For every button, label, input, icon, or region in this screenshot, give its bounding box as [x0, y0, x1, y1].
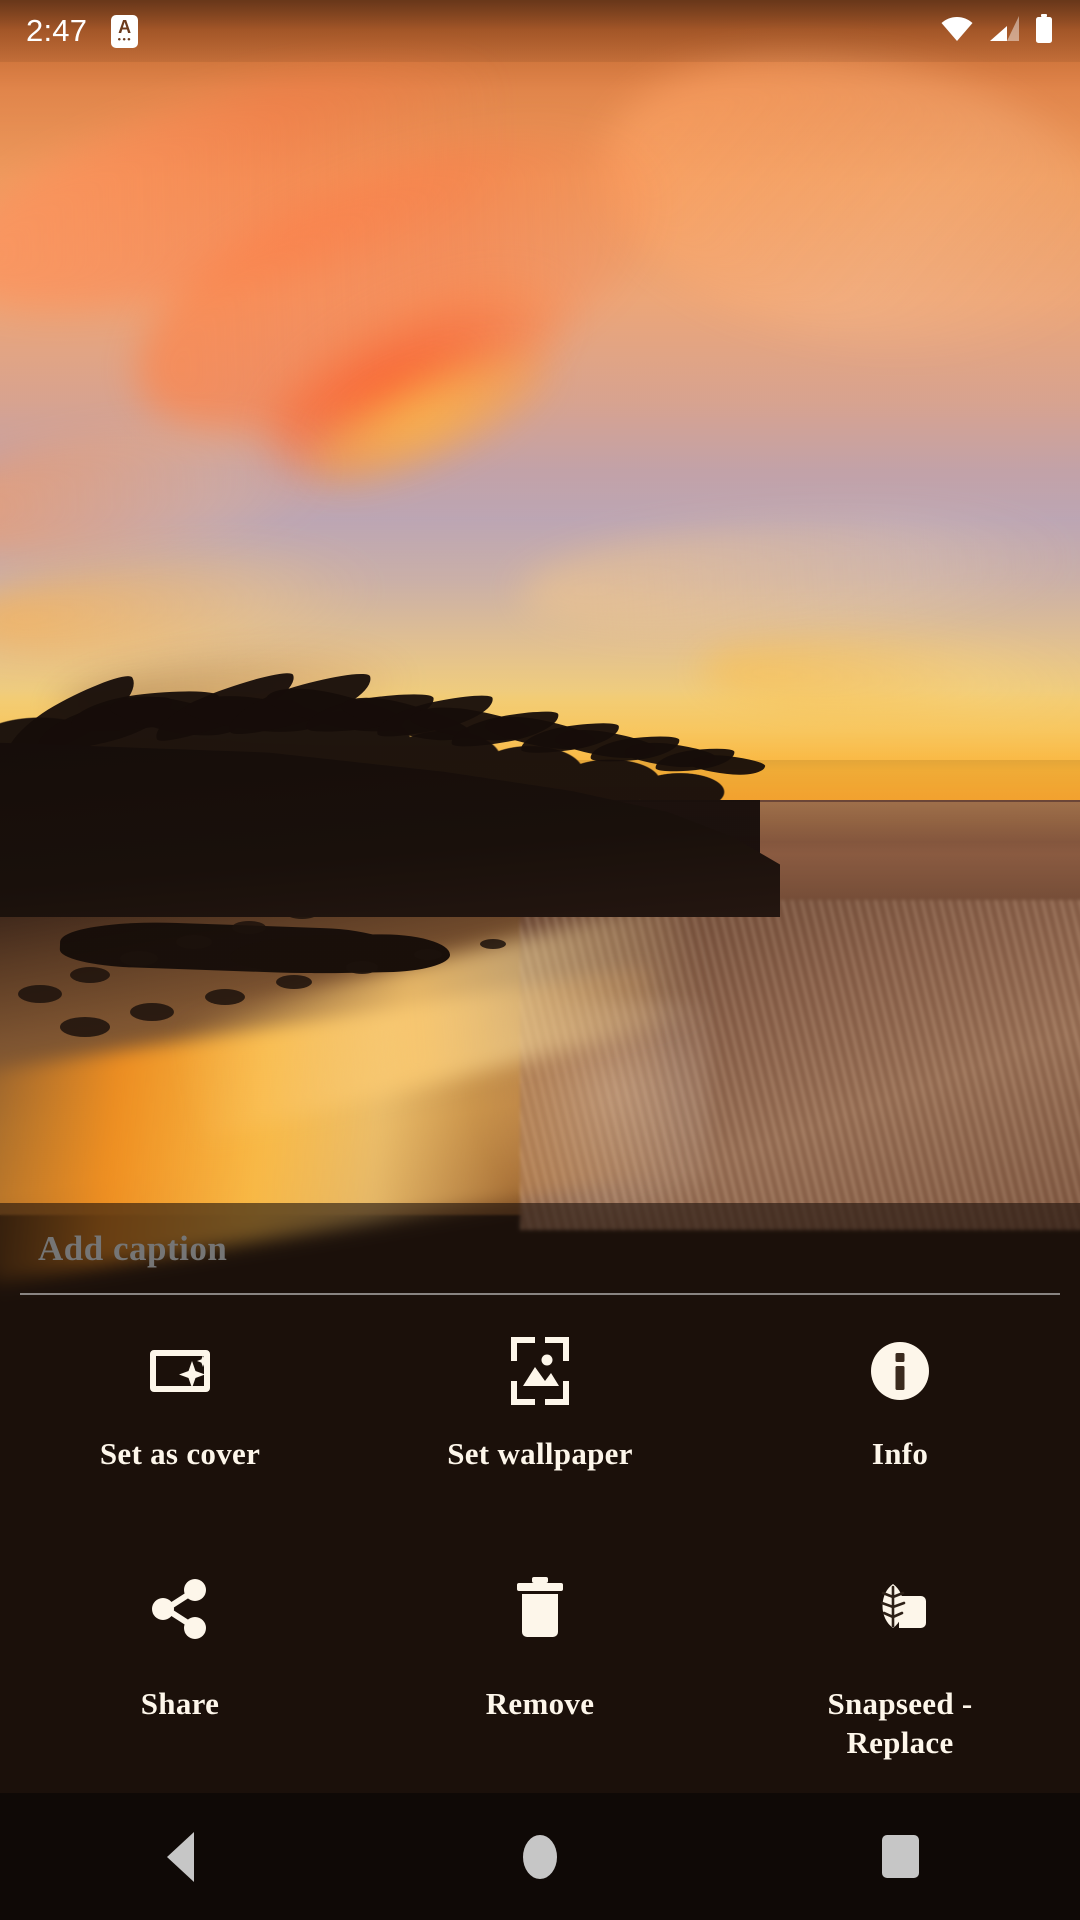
- action-grid: Set as cover Set wallpaper Info Share Re…: [0, 1311, 1080, 1789]
- snapseed-leaf-icon: [862, 1571, 938, 1647]
- cellular-signal-icon: [988, 15, 1020, 47]
- shoreline-debris-speck: [70, 967, 110, 983]
- recents-square-icon: [881, 1835, 919, 1878]
- back-triangle-icon: [166, 1831, 194, 1882]
- shoreline-debris-speck: [176, 935, 212, 949]
- shoreline-debris-speck: [276, 975, 312, 989]
- caption-underline: [20, 1293, 1060, 1295]
- share-button[interactable]: Share: [0, 1549, 360, 1789]
- share-label: Share: [140, 1686, 220, 1721]
- set-as-cover-button[interactable]: Set as cover: [0, 1311, 360, 1549]
- remove-button[interactable]: Remove: [360, 1549, 720, 1789]
- share-icon: [142, 1571, 218, 1647]
- set-wallpaper-button[interactable]: Set wallpaper: [360, 1311, 720, 1549]
- info-button[interactable]: Info: [720, 1311, 1080, 1549]
- caption-row: [0, 1203, 1080, 1293]
- notification-letter: A: [118, 16, 132, 37]
- notification-dots: •••: [117, 33, 132, 46]
- set-as-cover-label: Set as cover: [99, 1436, 261, 1471]
- shoreline-debris-speck: [120, 951, 158, 966]
- android-navigation-bar: [0, 1793, 1080, 1920]
- app-notification-icon[interactable]: A •••: [111, 14, 139, 48]
- shoreline-debris-speck: [232, 921, 266, 934]
- set-wallpaper-label: Set wallpaper: [447, 1436, 633, 1471]
- shoreline-debris-speck: [18, 985, 62, 1003]
- shoreline-debris-speck: [60, 1017, 110, 1037]
- caption-input[interactable]: [38, 1229, 938, 1269]
- status-bar: 2:47 A •••: [0, 0, 1080, 62]
- snapseed-replace-label: Snapseed - Replace: [827, 1686, 973, 1760]
- battery-icon: [1034, 13, 1054, 49]
- status-clock: 2:47: [26, 13, 88, 48]
- info-label: Info: [871, 1436, 929, 1471]
- shoreline-debris-speck: [130, 1003, 174, 1021]
- home-circle-icon: [523, 1834, 557, 1879]
- back-button[interactable]: [0, 1793, 360, 1920]
- shoreline-debris-speck: [346, 961, 378, 974]
- status-icons-group: [940, 13, 1054, 49]
- wifi-icon: [940, 16, 974, 47]
- action-row-1: Set as cover Set wallpaper Info: [0, 1311, 1080, 1549]
- info-icon: [862, 1333, 938, 1409]
- photo-options-sheet: Set as cover: [0, 1203, 1080, 1793]
- photo-viewer-screen: 2:47 A ••• Add caption Set as cover Set …: [0, 0, 1080, 1920]
- action-row-2: Share Remove Snapseed - Replace: [0, 1549, 1080, 1789]
- shoreline-debris-speck: [480, 939, 506, 949]
- remove-label: Remove: [485, 1686, 595, 1721]
- recents-button[interactable]: [720, 1793, 1080, 1920]
- home-button[interactable]: [360, 1793, 720, 1920]
- trash-icon: [502, 1571, 578, 1647]
- shoreline-debris-speck: [414, 949, 442, 960]
- snapseed-replace-button[interactable]: Snapseed - Replace: [720, 1549, 1080, 1789]
- shoreline-debris-speck: [205, 989, 245, 1005]
- set-as-cover-icon: [142, 1333, 218, 1409]
- set-wallpaper-icon: [502, 1333, 578, 1409]
